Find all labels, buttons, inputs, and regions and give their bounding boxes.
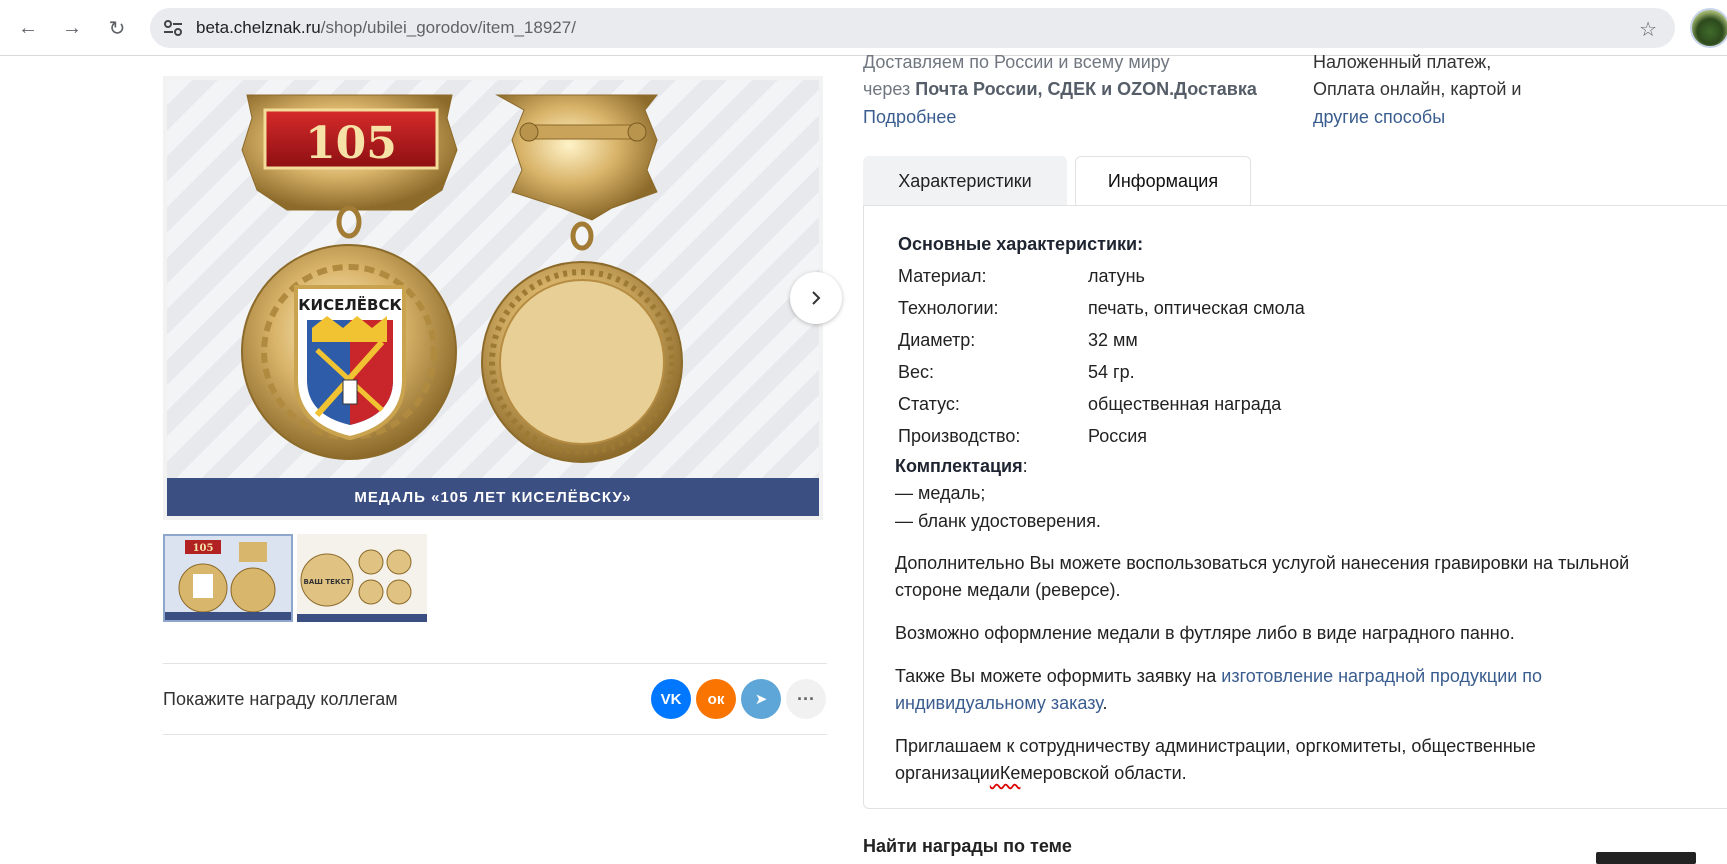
share-telegram-button[interactable]: ➤: [741, 679, 781, 719]
share-label: Покажите награду коллегам: [163, 689, 398, 709]
kit-title: Комплектация:: [895, 456, 1028, 476]
chevron-right-icon: [812, 291, 821, 305]
medal-illustration: 105 КИСЕЛЁВСК: [241, 94, 683, 463]
gallery-thumbnail[interactable]: ВАШ ТЕКСТ: [297, 534, 427, 622]
reload-icon[interactable]: ↻: [103, 14, 131, 42]
tab-characteristics[interactable]: Характеристики: [863, 156, 1067, 206]
divider: [163, 663, 827, 664]
browser-toolbar: ← → ↻ beta.chelznak.ru/shop/ubilei_gorod…: [0, 0, 1727, 56]
gallery-next-button[interactable]: [790, 272, 842, 324]
svg-text:105: 105: [193, 543, 214, 554]
info-paragraph-custom-order: Также Вы можете оформить заявку на изгот…: [895, 666, 1543, 713]
find-awards-heading: Найти награды по теме: [863, 836, 1072, 856]
back-icon[interactable]: ←: [14, 14, 42, 42]
floating-widget[interactable]: [1596, 852, 1696, 864]
forward-icon[interactable]: →: [58, 14, 86, 42]
delivery-line1: Доставляем по России и всему миру: [863, 52, 1170, 72]
thumbnail-medal-image: 105: [178, 540, 276, 613]
url-text: beta.chelznak.ru/shop/ubilei_gorodov/ite…: [196, 18, 576, 37]
profile-avatar[interactable]: [1690, 8, 1727, 48]
info-paragraph-engraving: Дополнительно Вы можете воспользоваться …: [895, 553, 1630, 600]
bookmark-star-icon[interactable]: ☆: [1639, 17, 1657, 42]
kit-item: — медаль;: [895, 483, 986, 503]
payment-more-link[interactable]: другие способы: [1313, 104, 1445, 131]
svg-text:ВАШ ТЕКСТ: ВАШ ТЕКСТ: [303, 578, 350, 586]
spellcheck-underline: иКе: [989, 763, 1021, 783]
divider: [163, 734, 827, 735]
site-settings-icon[interactable]: [162, 18, 184, 38]
payment-line2: Оплата онлайн, картой и: [1313, 79, 1522, 99]
image-caption: МЕДАЛЬ «105 ЛЕТ КИСЕЛЁВСКУ»: [167, 478, 819, 516]
specs-title: Основные характеристики:: [898, 234, 1144, 254]
delivery-more-link[interactable]: Подробнее: [863, 104, 956, 131]
kit-item: — бланк удостоверения.: [895, 511, 1101, 531]
share-more-button[interactable]: ···: [786, 679, 826, 719]
tab-panel-information: Основные характеристики: Материал: латунь…: [863, 205, 1727, 809]
address-bar[interactable]: beta.chelznak.ru/shop/ubilei_gorodov/ite…: [150, 8, 1675, 48]
product-main-image[interactable]: 105 КИСЕЛЁВСК МЕДАЛЬ «105 ЛЕТ КИСЕЛЁВСКУ…: [163, 76, 823, 520]
shield-city-name: КИСЕЛЁВСК: [298, 295, 402, 314]
tab-information[interactable]: Информация: [1075, 156, 1251, 206]
info-paragraph-case: Возможно оформление медали в футляре либ…: [895, 623, 1515, 643]
plaque-number: 105: [305, 118, 397, 169]
vk-icon: VK: [660, 690, 682, 708]
share-ok-button[interactable]: ок: [696, 679, 736, 719]
delivery-line2: через Почта России, СДЕК и OZON.Доставка: [863, 79, 1257, 99]
payment-line1: Наложенный платеж,: [1313, 52, 1492, 72]
info-paragraph-cooperation: Приглашаем к сотрудничеству администраци…: [895, 736, 1536, 783]
odnoklassniki-icon: ок: [707, 690, 725, 708]
more-icon: ···: [797, 688, 815, 709]
telegram-icon: ➤: [754, 691, 768, 708]
thumbnail-engraving-image: ВАШ ТЕКСТ: [300, 549, 412, 607]
gallery-thumbnail[interactable]: 105: [163, 534, 293, 622]
share-vk-button[interactable]: VK: [651, 679, 691, 719]
